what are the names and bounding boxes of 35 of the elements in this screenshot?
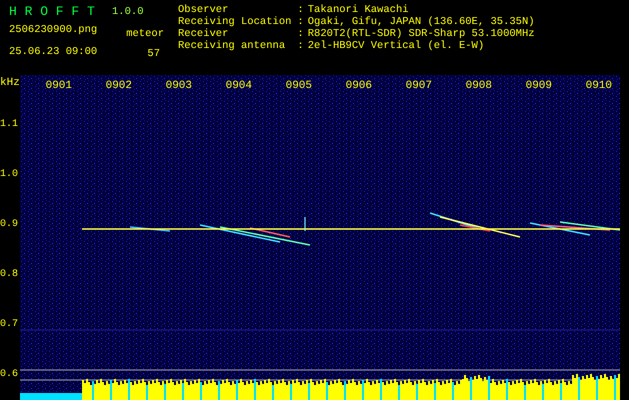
info-separator: : [297, 16, 304, 28]
time-label: 0910 [586, 80, 612, 92]
frequency-label: 0.6 [0, 369, 18, 381]
time-label: 0907 [406, 80, 432, 92]
info-value: Takanori Kawachi [308, 4, 410, 16]
info-separator: : [297, 4, 304, 16]
time-label: 0906 [346, 80, 372, 92]
date-time: 25.06.23 09:00 [9, 46, 98, 58]
time-label: 0908 [466, 80, 492, 92]
info-label: Receiving antenna [178, 40, 286, 52]
info-value: Ogaki, Gifu, JAPAN (136.60E, 35.35N) [308, 16, 535, 28]
file-name: 2506230900.png [9, 24, 98, 36]
axis-unit: kHz [0, 76, 20, 91]
info-label: Receiver [178, 28, 230, 40]
frequency-label: 1.0 [0, 169, 18, 181]
info-separator: : [297, 28, 304, 40]
frequency-label: 0.9 [0, 219, 18, 231]
frequency-label: 0.8 [0, 269, 18, 281]
time-label: 0902 [106, 80, 132, 92]
info-label: Observer [178, 4, 230, 16]
info-value: R820T2(RTL-SDR) SDR-Sharp 53.1000MHz [308, 28, 535, 40]
count-label: meteor [126, 28, 164, 40]
time-label: 0904 [226, 80, 252, 92]
frequency-label: 1.1 [0, 119, 18, 131]
info-separator: : [297, 40, 304, 52]
time-label: 0909 [526, 80, 552, 92]
version-label: 1.0.0 [112, 5, 144, 20]
frequency-label: 0.7 [0, 319, 18, 331]
time-label: 0905 [286, 80, 312, 92]
info-label: Receiving Location [178, 16, 292, 28]
info-value: 2el-HB9CV Vertical (el. E-W) [308, 40, 486, 52]
app-name: H R O F F T [9, 4, 96, 20]
time-label: 0901 [46, 80, 72, 92]
meteor-count: 57 [147, 48, 161, 60]
time-label: 0903 [166, 80, 192, 92]
